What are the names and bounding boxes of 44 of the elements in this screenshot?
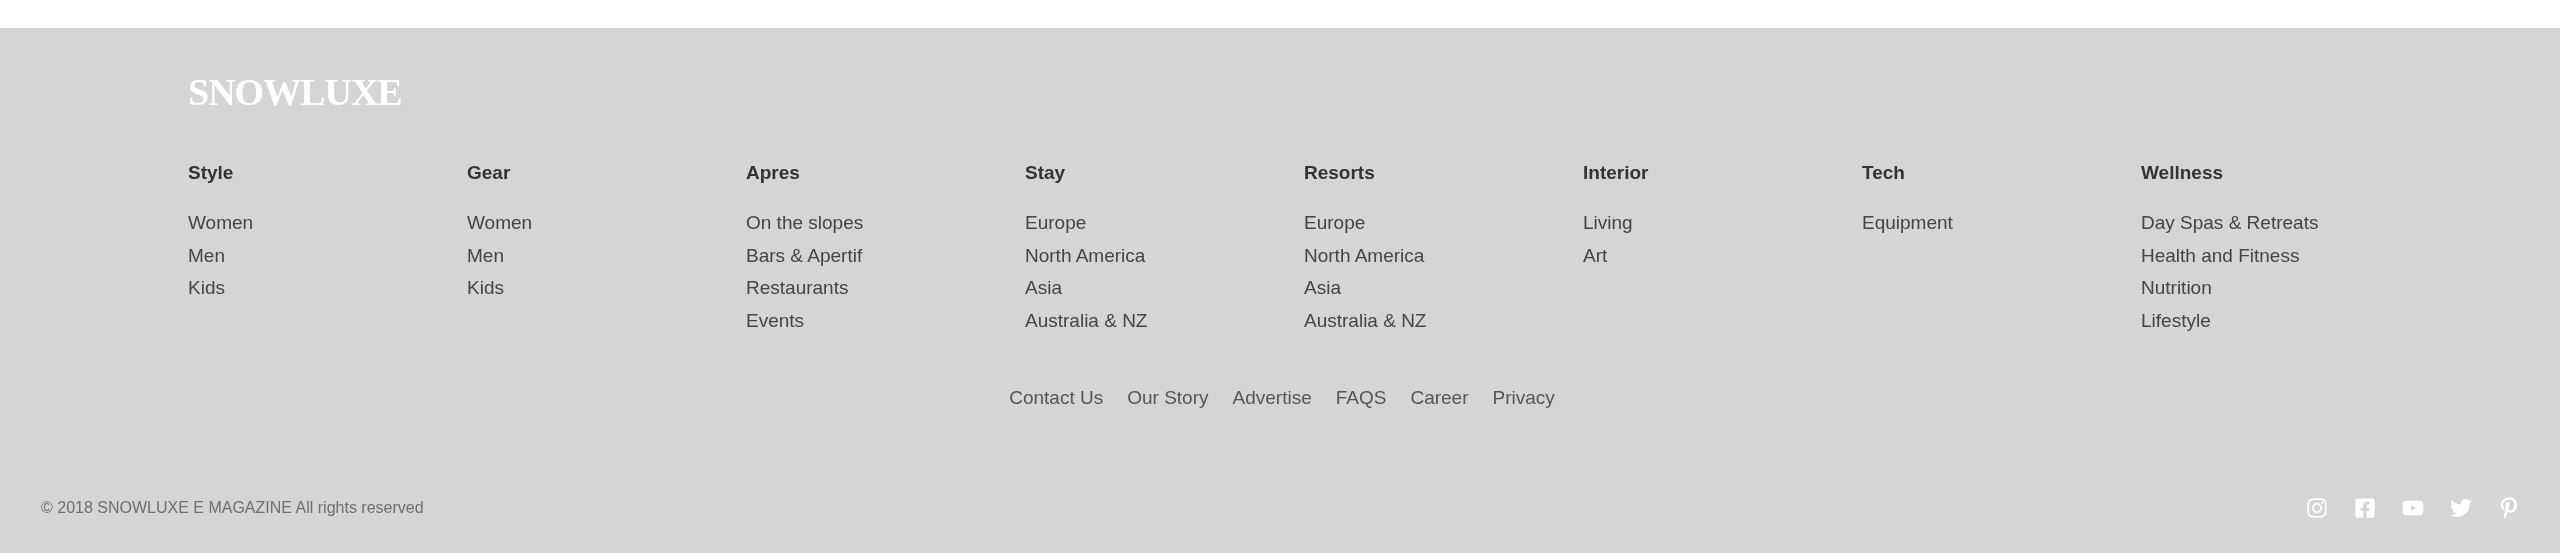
footer-link[interactable]: North America: [1025, 243, 1146, 268]
column-heading: Tech: [1862, 161, 1905, 185]
footer-link[interactable]: Men: [188, 243, 225, 268]
column-heading: Stay: [1025, 161, 1066, 185]
bottom-link[interactable]: Contact Us: [1009, 385, 1104, 410]
bottom-link[interactable]: Our Story: [1127, 385, 1209, 410]
footer-link[interactable]: Australia & NZ: [1304, 308, 1427, 333]
footer-link[interactable]: Kids: [188, 276, 225, 301]
bottom-link[interactable]: FAQS: [1335, 385, 1387, 410]
footer-link[interactable]: Asia: [1304, 276, 1341, 301]
bottom-link[interactable]: Advertise: [1232, 385, 1312, 410]
instagram-icon[interactable]: [2306, 496, 2328, 519]
facebook-icon[interactable]: [2354, 496, 2376, 519]
twitter-icon[interactable]: [2450, 496, 2472, 519]
bottom-link[interactable]: Career: [1410, 385, 1469, 410]
column-heading: Interior: [1583, 161, 1649, 185]
footer-link[interactable]: Events: [746, 308, 805, 333]
footer-link[interactable]: North America: [1304, 243, 1425, 268]
footer-link[interactable]: Health and Fitness: [2141, 243, 2300, 268]
footer-link[interactable]: Australia & NZ: [1025, 308, 1148, 333]
footer-link[interactable]: Europe: [1025, 211, 1087, 235]
column-heading: Resorts: [1304, 161, 1375, 185]
column-heading: Style: [188, 161, 234, 185]
column-heading: Wellness: [2141, 161, 2224, 185]
footer-link[interactable]: Restaurants: [746, 276, 849, 301]
footer-link[interactable]: Women: [467, 211, 533, 235]
footer-link[interactable]: Bars & Apertif: [746, 243, 863, 268]
footer-link[interactable]: Men: [467, 243, 504, 268]
footer-link[interactable]: Lifestyle: [2141, 308, 2211, 333]
footer-link[interactable]: Equipment: [1862, 211, 1953, 235]
column-heading: Gear: [467, 161, 511, 185]
copyright-text: © 2018 SNOWLUXE E MAGAZINE All rights reserved: [41, 497, 424, 518]
footer-link[interactable]: On the slopes: [746, 211, 864, 235]
footer-link[interactable]: Day Spas & Retreats: [2141, 211, 2319, 235]
column-heading: Apres: [746, 161, 800, 185]
pinterest-icon[interactable]: [2498, 496, 2520, 519]
footer-link[interactable]: Asia: [1025, 276, 1062, 301]
footer-link[interactable]: Kids: [467, 276, 504, 301]
footer-link[interactable]: Women: [188, 211, 254, 235]
bottom-link[interactable]: Privacy: [1492, 385, 1555, 410]
footer-link[interactable]: Europe: [1304, 211, 1366, 235]
footer-link[interactable]: Art: [1583, 243, 1608, 268]
footer-link[interactable]: Living: [1583, 211, 1633, 235]
footer-link[interactable]: Nutrition: [2141, 276, 2212, 301]
